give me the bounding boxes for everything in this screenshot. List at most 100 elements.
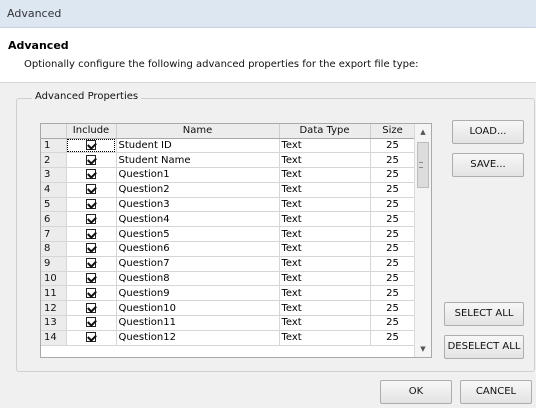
row-size[interactable]: 25 <box>370 300 416 317</box>
table-row[interactable]: 9 Question7 Text 25 <box>41 256 416 272</box>
load-button[interactable]: LOAD... <box>452 120 524 144</box>
row-name[interactable]: Question3 <box>116 197 280 213</box>
save-button[interactable]: SAVE... <box>452 153 524 177</box>
row-name[interactable]: Student ID <box>116 138 280 154</box>
checkbox-checked-icon[interactable] <box>86 169 96 180</box>
include-checkbox[interactable] <box>66 300 117 317</box>
table-row[interactable]: 1 Student ID Text 25 <box>41 138 416 154</box>
table-row[interactable]: 11 Question9 Text 25 <box>41 285 416 302</box>
table-row[interactable]: 8 Question6 Text 25 <box>41 241 416 257</box>
row-size[interactable]: 25 <box>370 182 416 198</box>
include-checkbox[interactable] <box>66 152 117 169</box>
row-size[interactable]: 25 <box>370 271 416 287</box>
include-checkbox[interactable] <box>66 256 117 272</box>
include-checkbox[interactable] <box>66 241 117 257</box>
row-name[interactable]: Question10 <box>116 300 280 317</box>
row-name[interactable]: Question1 <box>116 167 280 183</box>
row-name[interactable]: Question9 <box>116 285 280 302</box>
row-size[interactable]: 25 <box>370 197 416 213</box>
row-data-type[interactable]: Text <box>279 211 371 228</box>
row-data-type[interactable]: Text <box>279 197 371 213</box>
include-checkbox[interactable] <box>66 167 117 183</box>
row-size[interactable]: 25 <box>370 330 416 346</box>
row-data-type[interactable]: Text <box>279 300 371 317</box>
row-data-type[interactable]: Text <box>279 138 371 154</box>
row-name[interactable]: Question6 <box>116 241 280 257</box>
column-header-size[interactable]: Size <box>370 124 416 139</box>
table-row[interactable]: 12 Question10 Text 25 <box>41 300 416 317</box>
checkbox-checked-icon[interactable] <box>86 273 96 284</box>
include-checkbox[interactable] <box>66 211 117 228</box>
column-header-name[interactable]: Name <box>116 124 280 139</box>
row-size[interactable]: 25 <box>370 285 416 302</box>
checkbox-checked-icon[interactable] <box>86 302 96 313</box>
table-row[interactable]: 14 Question12 Text 25 <box>41 330 416 346</box>
row-size[interactable]: 25 <box>370 211 416 228</box>
row-data-type[interactable]: Text <box>279 271 371 287</box>
row-size[interactable]: 25 <box>370 256 416 272</box>
row-name[interactable]: Question7 <box>116 256 280 272</box>
row-data-type[interactable]: Text <box>279 241 371 257</box>
row-size[interactable]: 25 <box>370 226 416 243</box>
checkbox-checked-icon[interactable] <box>86 184 96 195</box>
column-header-include[interactable]: Include <box>66 124 117 139</box>
checkbox-checked-icon[interactable] <box>86 332 96 343</box>
row-size[interactable]: 25 <box>370 138 416 154</box>
row-name[interactable]: Question2 <box>116 182 280 198</box>
table-row[interactable]: 3 Question1 Text 25 <box>41 167 416 183</box>
include-checkbox[interactable] <box>66 271 117 287</box>
row-number: 12 <box>41 300 67 317</box>
header-description: Optionally configure the following advan… <box>24 59 419 70</box>
checkbox-checked-icon[interactable] <box>86 287 96 298</box>
select-all-button[interactable]: SELECT ALL <box>444 302 524 326</box>
include-checkbox[interactable] <box>66 182 117 198</box>
row-name[interactable]: Question11 <box>116 315 280 331</box>
ok-button[interactable]: OK <box>380 380 452 404</box>
checkbox-checked-icon[interactable] <box>86 199 96 210</box>
row-data-type[interactable]: Text <box>279 182 371 198</box>
deselect-all-button[interactable]: DESELECT ALL <box>444 335 524 359</box>
cancel-button[interactable]: CANCEL <box>460 380 532 404</box>
row-name[interactable]: Question8 <box>116 271 280 287</box>
row-data-type[interactable]: Text <box>279 167 371 183</box>
table-row[interactable]: 7 Question5 Text 25 <box>41 226 416 243</box>
include-checkbox[interactable] <box>66 226 117 243</box>
checkbox-checked-icon[interactable] <box>86 243 96 254</box>
row-data-type[interactable]: Text <box>279 330 371 346</box>
row-name[interactable]: Question12 <box>116 330 280 346</box>
table-row[interactable]: 10 Question8 Text 25 <box>41 271 416 287</box>
checkbox-checked-icon[interactable] <box>86 139 96 150</box>
scroll-down-icon[interactable]: ▼ <box>415 341 431 357</box>
row-data-type[interactable]: Text <box>279 285 371 302</box>
scroll-up-icon[interactable]: ▲ <box>415 124 431 140</box>
row-size[interactable]: 25 <box>370 315 416 331</box>
table-row[interactable]: 2 Student Name Text 25 <box>41 152 416 169</box>
include-checkbox[interactable] <box>66 285 117 302</box>
include-checkbox[interactable] <box>66 330 117 346</box>
row-name[interactable]: Question5 <box>116 226 280 243</box>
include-checkbox[interactable] <box>66 315 117 331</box>
column-header-data-type[interactable]: Data Type <box>279 124 371 139</box>
row-data-type[interactable]: Text <box>279 315 371 331</box>
row-size[interactable]: 25 <box>370 167 416 183</box>
table-row[interactable]: 5 Question3 Text 25 <box>41 197 416 213</box>
row-data-type[interactable]: Text <box>279 152 371 169</box>
include-checkbox[interactable] <box>66 138 117 154</box>
table-row[interactable]: 4 Question2 Text 25 <box>41 182 416 198</box>
table-row[interactable]: 6 Question4 Text 25 <box>41 211 416 228</box>
checkbox-checked-icon[interactable] <box>86 213 96 224</box>
checkbox-checked-icon[interactable] <box>86 317 96 328</box>
properties-grid[interactable]: Include Name Data Type Size 1 Student ID T… <box>40 123 432 358</box>
row-data-type[interactable]: Text <box>279 226 371 243</box>
checkbox-checked-icon[interactable] <box>86 154 96 165</box>
row-name[interactable]: Student Name <box>116 152 280 169</box>
checkbox-checked-icon[interactable] <box>86 228 96 239</box>
row-data-type[interactable]: Text <box>279 256 371 272</box>
row-name[interactable]: Question4 <box>116 211 280 228</box>
row-size[interactable]: 25 <box>370 152 416 169</box>
include-checkbox[interactable] <box>66 197 117 213</box>
checkbox-checked-icon[interactable] <box>86 258 96 269</box>
row-size[interactable]: 25 <box>370 241 416 257</box>
table-row[interactable]: 13 Question11 Text 25 <box>41 315 416 331</box>
vertical-scrollbar[interactable]: ▲ ▼ <box>414 124 431 357</box>
